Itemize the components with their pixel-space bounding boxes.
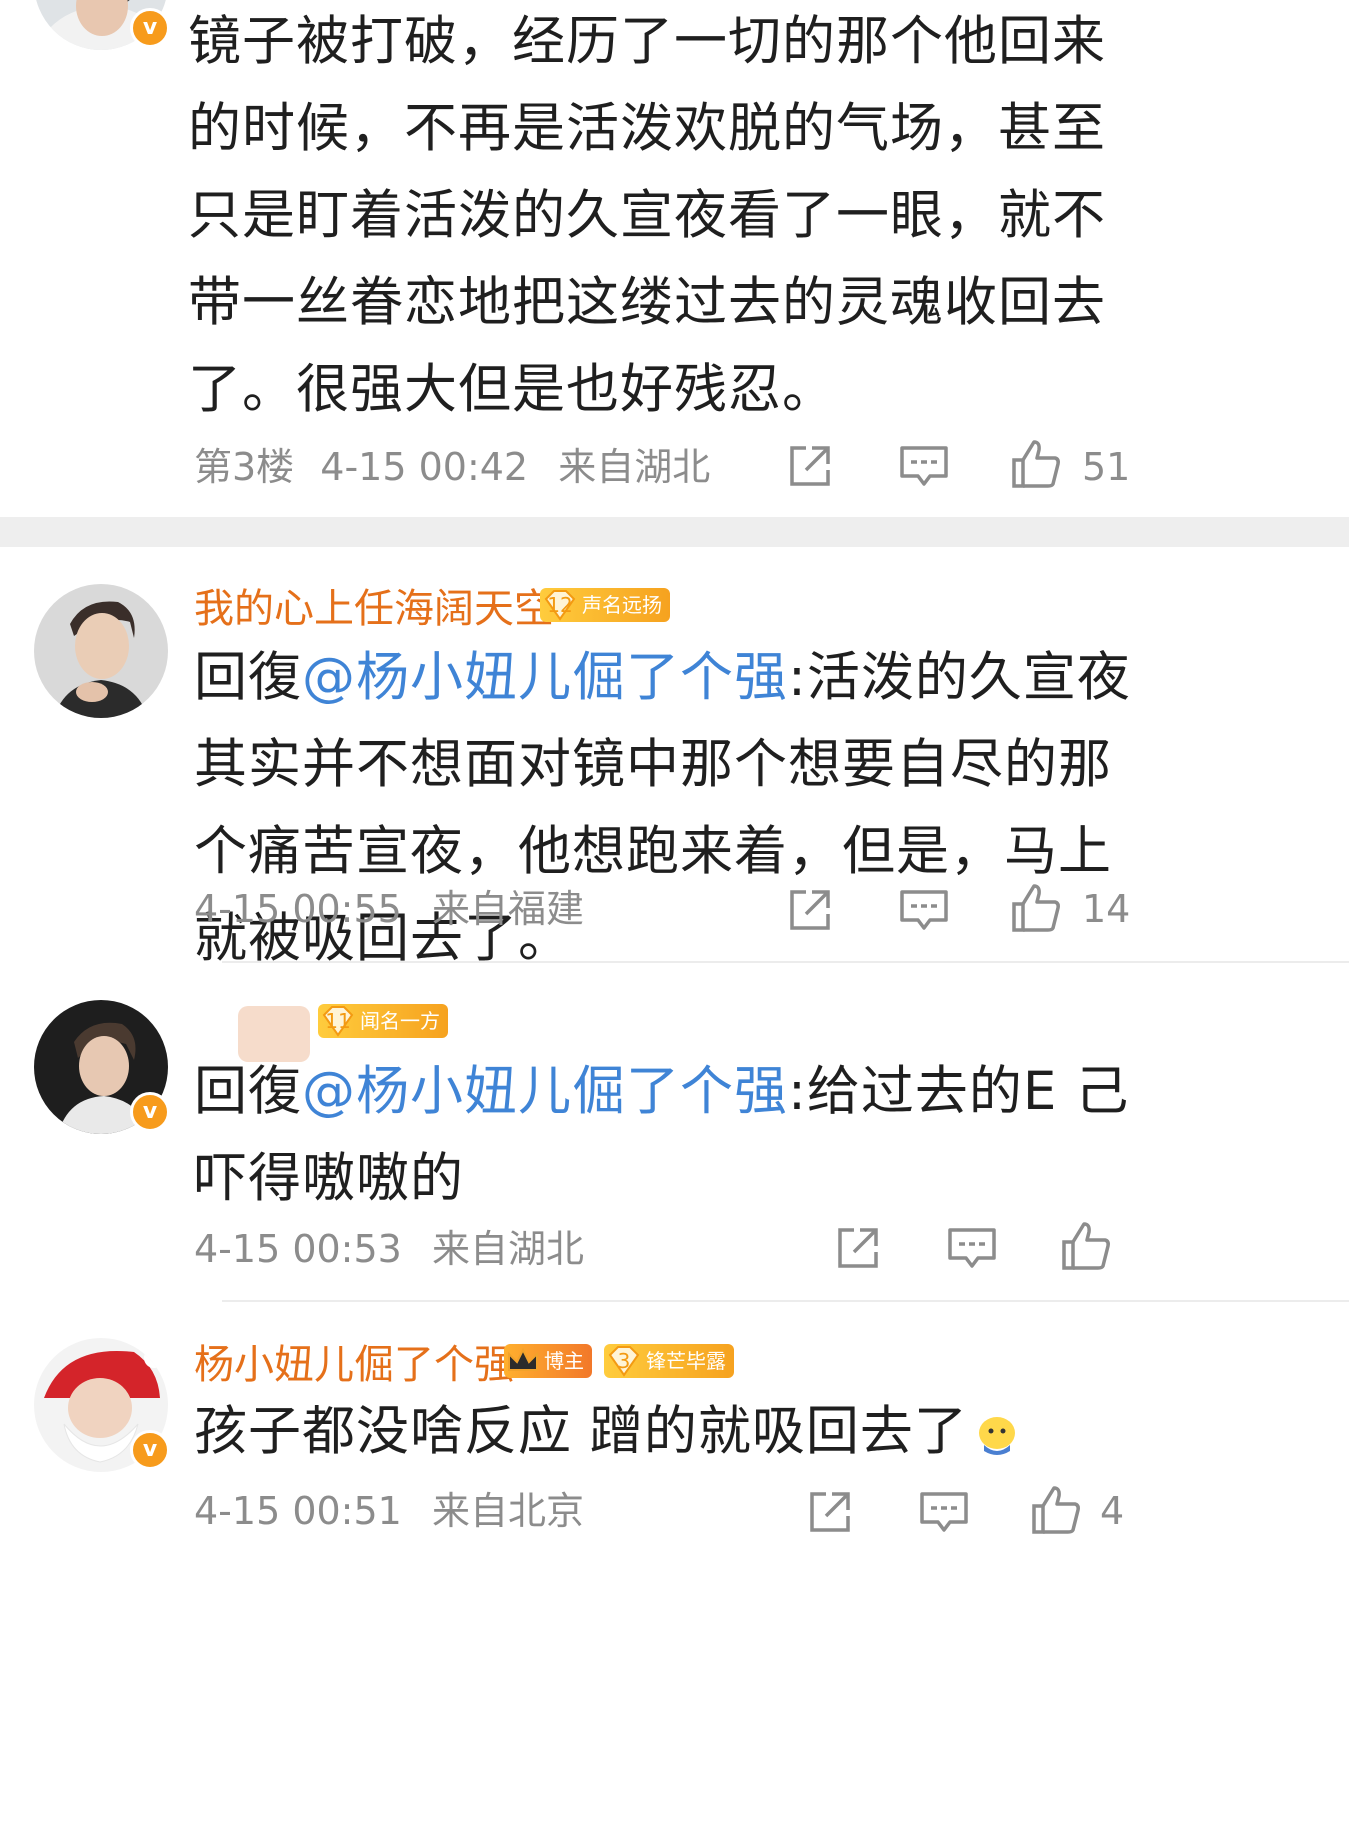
comment-meta: 4-15 00:55 来自福建: [194, 886, 584, 932]
comment-divider: [222, 1300, 1349, 1302]
crown-icon: [508, 1347, 538, 1371]
comment-meta: 4-15 00:53 来自湖北: [194, 1226, 584, 1272]
location: 来自北京: [431, 1489, 584, 1533]
like-icon[interactable]: [1010, 882, 1062, 934]
level-diamond-icon: 12: [544, 590, 576, 621]
username[interactable]: 杨小妞儿倔了个强: [194, 1340, 514, 1390]
comment-icon[interactable]: [898, 440, 950, 492]
blogger-label: 博主: [544, 1349, 584, 1373]
comment-text: 镜子被打破，经历了一切的那个他回来的时候，不再是活泼欢脱的气场，甚至只是盯着活泼…: [188, 11, 1106, 420]
share-icon[interactable]: [784, 440, 836, 492]
reply-prefix: 回復: [194, 1061, 302, 1122]
avatar[interactable]: v: [34, 1000, 170, 1134]
level-diamond-icon: 11: [322, 1006, 354, 1037]
location: 来自福建: [431, 887, 584, 931]
verified-icon: v: [130, 1430, 170, 1470]
fan-level-badge: 11 闻名一方: [318, 1004, 448, 1038]
badge-title: 声名远扬: [582, 593, 662, 617]
fan-level-badge: 3 锋芒毕露: [604, 1344, 734, 1378]
like-count: 51: [1082, 445, 1131, 489]
verified-icon: v: [130, 1092, 170, 1132]
emoji-icon: [978, 1417, 1015, 1456]
timestamp: 4-15 00:42: [320, 445, 529, 489]
fan-level-badge: 12 声名远扬: [540, 588, 670, 622]
location: 来自湖北: [431, 1227, 584, 1271]
username[interactable]: 我的心上任海阔天空: [194, 584, 554, 634]
comment-text: 回復@杨小妞儿倔了个强:给过去的E 己吓得嗷嗷的: [194, 1048, 1134, 1222]
comment-icon[interactable]: [918, 1486, 970, 1538]
badge-title: 闻名一方: [360, 1009, 440, 1033]
comment-body: 孩子都没啥反应 蹭的就吸回去了: [194, 1401, 968, 1462]
timestamp: 4-15 00:53: [194, 1227, 402, 1271]
comment-meta: 第3楼 4-15 00:42 来自湖北: [194, 444, 710, 490]
comment-icon[interactable]: [946, 1222, 998, 1274]
location: 来自湖北: [558, 445, 711, 489]
like-count: 14: [1082, 887, 1131, 931]
verified-icon: v: [130, 8, 170, 48]
share-icon[interactable]: [804, 1486, 856, 1538]
avatar[interactable]: v: [34, 0, 170, 50]
like-count: 4: [1100, 1489, 1125, 1533]
mention-link[interactable]: @杨小妞儿倔了个强: [302, 1061, 788, 1122]
reply-prefix: 回復: [194, 647, 302, 708]
comment-text: 孩子都没啥反应 蹭的就吸回去了: [194, 1388, 1154, 1475]
floor-label: 第3楼: [194, 445, 295, 489]
share-icon[interactable]: [784, 884, 836, 936]
timestamp: 4-15 00:51: [194, 1489, 402, 1533]
like-icon[interactable]: [1030, 1484, 1082, 1536]
share-icon[interactable]: [832, 1222, 884, 1274]
avatar[interactable]: [34, 584, 168, 718]
timestamp: 4-15 00:55: [194, 887, 402, 931]
avatar[interactable]: v: [34, 1338, 170, 1472]
comment-meta: 4-15 00:51 来自北京: [194, 1488, 584, 1534]
comment-icon[interactable]: [898, 884, 950, 936]
mention-link[interactable]: @杨小妞儿倔了个强: [302, 647, 788, 708]
level-diamond-icon: 3: [608, 1345, 640, 1377]
avatar-image: [34, 584, 168, 718]
like-icon[interactable]: [1060, 1220, 1112, 1272]
section-divider: [0, 517, 1349, 547]
like-icon[interactable]: [1010, 438, 1062, 490]
blogger-badge: 博主: [504, 1344, 592, 1378]
comment-divider: [222, 961, 1349, 963]
badge-title: 锋芒毕露: [646, 1349, 726, 1373]
